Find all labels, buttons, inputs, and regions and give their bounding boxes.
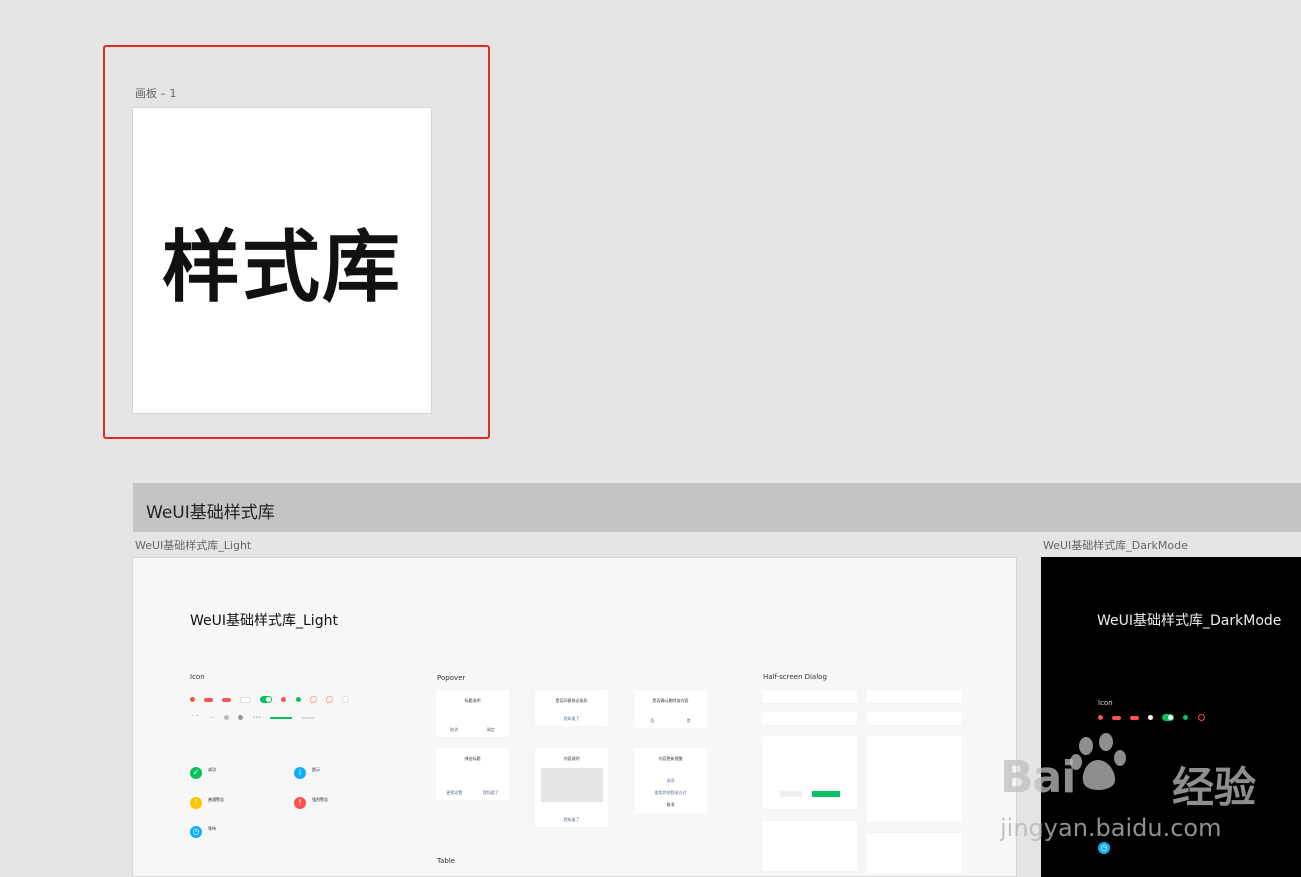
warning-icon: ! xyxy=(190,797,202,809)
dark-status-waiting: ◷ xyxy=(1098,842,1110,854)
section-table-label: Table xyxy=(437,857,456,865)
card-title: 内容更新提醒 xyxy=(658,756,683,761)
light-board-title: WeUI基础样式库_Light xyxy=(190,613,338,629)
progress-bar-icon xyxy=(270,716,293,719)
change-settings-button[interactable]: 更换设置 xyxy=(446,790,462,796)
half-screen-card[interactable] xyxy=(762,712,857,725)
icon-sample-row xyxy=(190,689,353,708)
watermark-url: jingyan.baidu.com xyxy=(1000,814,1222,842)
dark-icon-sample-row xyxy=(1098,707,1209,726)
half-screen-card[interactable] xyxy=(762,690,857,703)
status-success: ✓ 成功 xyxy=(190,767,216,779)
watermark-brand-cn: 经验 xyxy=(1172,763,1257,812)
status-info: i 提示 xyxy=(294,767,320,779)
popover-card[interactable]: 弹出标题 更换设置 我知道了 xyxy=(436,748,509,800)
status-title: 强烈警告 xyxy=(312,797,328,802)
minus-icon: — xyxy=(209,714,216,721)
artboard-1-label[interactable]: 画板 – 1 xyxy=(135,85,177,101)
artboard-1[interactable]: 样式库 xyxy=(132,107,432,414)
settings-icon xyxy=(238,715,244,720)
cancel-button[interactable]: 取消 xyxy=(450,727,458,733)
ring-icon xyxy=(309,696,317,703)
status-waiting: ◷ 等待 xyxy=(190,826,216,838)
dot-icon xyxy=(1183,715,1189,720)
status-title: 等待 xyxy=(208,826,216,831)
status-title: 提示 xyxy=(312,767,320,772)
more-icon: ••• xyxy=(252,714,262,721)
dot-icon xyxy=(295,697,301,702)
badge-pill-icon xyxy=(1112,715,1122,720)
badge-pill-icon xyxy=(1130,715,1140,720)
status-title: 成功 xyxy=(208,767,216,772)
acknowledge-button[interactable]: 我知道了 xyxy=(535,817,608,823)
group-header-bar[interactable] xyxy=(133,483,1301,532)
card-title: 内容说明 xyxy=(563,756,580,761)
dot-icon xyxy=(281,697,287,702)
half-screen-card[interactable] xyxy=(762,821,857,871)
ring-icon xyxy=(341,696,349,703)
confirm-button[interactable] xyxy=(812,791,840,797)
switch-on-icon xyxy=(1162,714,1175,721)
half-screen-card[interactable] xyxy=(867,833,962,873)
badge-dot-icon xyxy=(190,697,195,702)
status-title: 普通警告 xyxy=(208,797,224,802)
card-title: 是否确认删除该内容 xyxy=(652,698,689,703)
badge-pill-icon xyxy=(204,697,214,702)
dark-artboard-label[interactable]: WeUI基础样式库_DarkMode xyxy=(1043,537,1188,553)
half-screen-card[interactable] xyxy=(867,736,962,822)
alert-icon: ! xyxy=(294,797,306,809)
info-icon: i xyxy=(294,767,306,779)
popover-card[interactable]: 内容更新提醒 选项 使用其他登录方式 取消 xyxy=(634,748,707,814)
status-strong-warn: ! 强烈警告 xyxy=(294,797,328,809)
clock-icon: ◷ xyxy=(190,826,202,838)
acknowledge-button[interactable]: 我知道了 xyxy=(483,790,499,796)
chevron-up-icon: ⌃⌃ xyxy=(190,714,201,721)
badge-pill-icon xyxy=(222,697,232,702)
dark-board-title: WeUI基础样式库_DarkMode xyxy=(1097,613,1282,629)
artboard-1-text: 样式库 xyxy=(161,222,402,313)
popover-card[interactable]: 是否同意协议条款 我知道了 xyxy=(535,690,608,726)
switch-on-icon xyxy=(260,696,273,703)
baidu-paw-icon xyxy=(1070,733,1126,790)
section-popover-label: Popover xyxy=(437,674,466,682)
clock-icon: ◷ xyxy=(1098,842,1110,854)
section-half-screen-label: Half-screen Dialog xyxy=(763,673,827,681)
half-screen-card[interactable] xyxy=(867,712,962,725)
switch-off-icon xyxy=(240,696,252,703)
yes-button[interactable]: 是 xyxy=(687,718,691,724)
status-warn: ! 普通警告 xyxy=(190,797,224,809)
image-placeholder xyxy=(540,768,603,802)
ring-icon xyxy=(1197,714,1205,721)
popover-card[interactable]: 内容说明 我知道了 xyxy=(535,748,608,827)
cancel-button[interactable] xyxy=(780,791,802,797)
icon-sample-row-2: ⌃⌃ — ••• xyxy=(190,707,319,726)
confirm-button[interactable]: 确定 xyxy=(487,727,495,733)
dark-section-icon-label: Icon xyxy=(1098,699,1113,707)
light-artboard-label[interactable]: WeUI基础样式库_Light xyxy=(135,537,251,553)
acknowledge-button[interactable]: 我知道了 xyxy=(535,716,608,722)
half-screen-card[interactable] xyxy=(762,736,857,809)
section-icon-label: Icon xyxy=(190,673,205,681)
half-screen-card[interactable] xyxy=(867,690,962,703)
success-icon: ✓ xyxy=(190,767,202,779)
option-item[interactable]: 取消 xyxy=(634,802,707,808)
card-title: 标题说明 xyxy=(464,698,481,703)
popover-card[interactable]: 标题说明 取消 确定 xyxy=(436,690,509,737)
group-title: WeUI基础样式库 xyxy=(146,503,275,523)
ring-icon xyxy=(325,696,333,703)
option-item[interactable]: 选项 xyxy=(634,778,707,784)
settings-icon xyxy=(224,715,230,720)
watermark-brand: Bai xyxy=(1000,752,1076,803)
progress-track-icon xyxy=(301,716,316,719)
option-item[interactable]: 使用其他登录方式 xyxy=(634,790,707,796)
card-title: 弹出标题 xyxy=(464,756,481,761)
no-button[interactable]: 否 xyxy=(650,718,654,724)
dot-icon xyxy=(1148,715,1154,720)
card-title: 是否同意协议条款 xyxy=(555,698,588,703)
popover-card[interactable]: 是否确认删除该内容 否 是 xyxy=(634,690,707,728)
badge-dot-icon xyxy=(1098,715,1103,720)
